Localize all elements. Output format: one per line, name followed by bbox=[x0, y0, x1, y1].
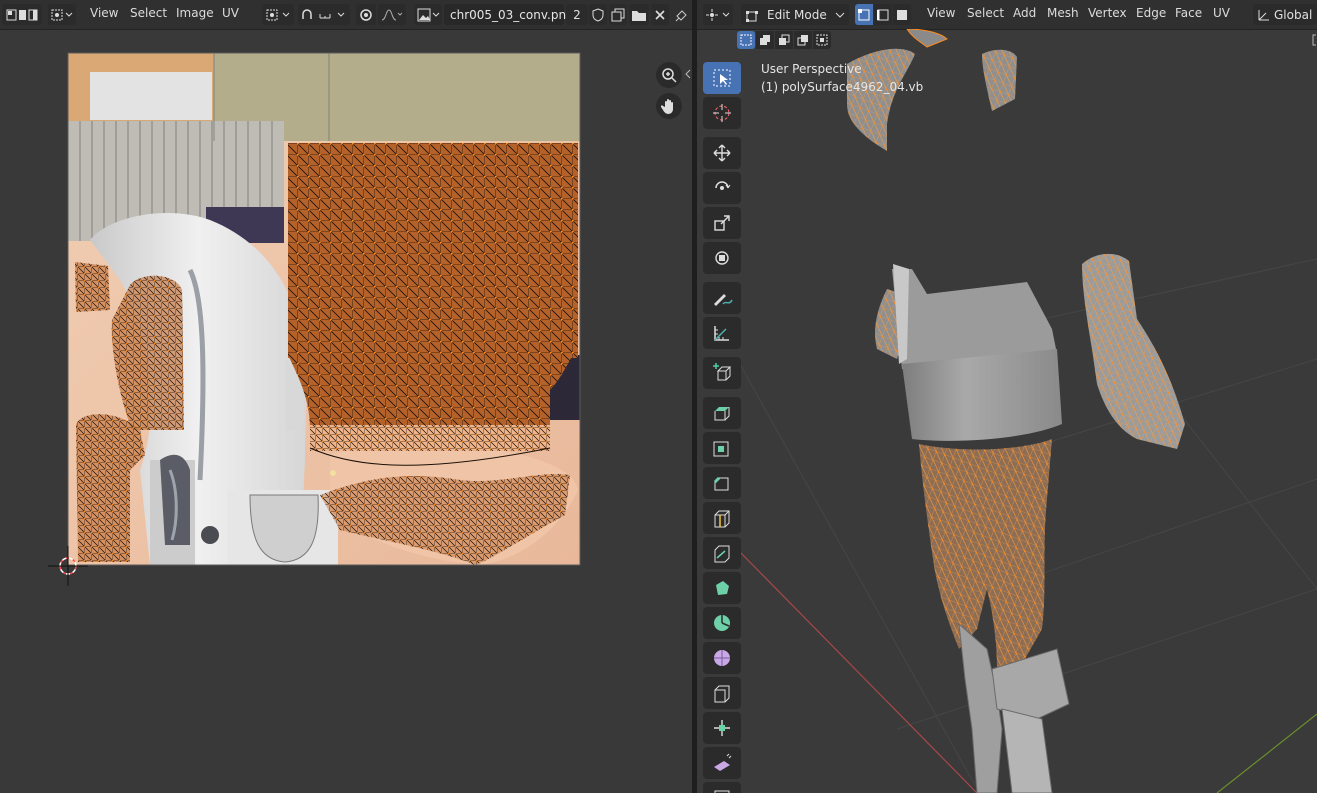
cursor-icon[interactable] bbox=[703, 97, 741, 129]
uv-canvas[interactable] bbox=[0, 0, 692, 793]
y-axis-line bbox=[1216, 713, 1317, 793]
smooth-icon[interactable] bbox=[703, 642, 741, 674]
transform-orientation-dropdown[interactable]: Global bbox=[1253, 4, 1317, 25]
transform-icon[interactable] bbox=[703, 242, 741, 274]
mode-dropdown[interactable]: Edit Mode bbox=[741, 4, 849, 25]
edit-mode-icon bbox=[746, 10, 758, 22]
zoom-view-icon[interactable] bbox=[656, 62, 682, 88]
shrink-fatten-icon[interactable] bbox=[703, 712, 741, 744]
vertex-select-mode-button[interactable] bbox=[855, 4, 873, 25]
rotate-icon[interactable] bbox=[703, 172, 741, 204]
viewport-canvas[interactable] bbox=[697, 29, 1317, 793]
inset-icon[interactable] bbox=[703, 432, 741, 464]
scale-icon[interactable] bbox=[703, 207, 741, 239]
annotate-icon[interactable] bbox=[703, 282, 741, 314]
measure-icon[interactable] bbox=[703, 317, 741, 349]
pan-view-hand-icon[interactable] bbox=[656, 93, 682, 119]
select-box-icon[interactable] bbox=[703, 62, 741, 94]
viewport-header: Edit Mode View Select Add Mesh Vertex Ed… bbox=[697, 0, 1317, 30]
edge-slide-icon[interactable] bbox=[703, 677, 741, 709]
loop-cut-icon[interactable] bbox=[703, 502, 741, 534]
menu-uv[interactable]: UV bbox=[1213, 6, 1230, 20]
poly-build-icon[interactable] bbox=[703, 572, 741, 604]
active-object-label: (1) polySurface4962_04.vb bbox=[761, 80, 924, 94]
orientation-axes-icon bbox=[1258, 9, 1269, 20]
3d-viewport[interactable]: Edit Mode View Select Add Mesh Vertex Ed… bbox=[697, 0, 1317, 793]
orientation-label: Global bbox=[1274, 7, 1313, 22]
menu-add[interactable]: Add bbox=[1013, 6, 1036, 20]
edge-select-mode-button[interactable] bbox=[874, 4, 892, 25]
menu-mesh[interactable]: Mesh bbox=[1047, 6, 1079, 20]
menu-vertex[interactable]: Vertex bbox=[1088, 6, 1127, 20]
view-perspective-label: User Perspective bbox=[761, 62, 862, 76]
knife-icon[interactable] bbox=[703, 537, 741, 569]
menu-edge[interactable]: Edge bbox=[1136, 6, 1166, 20]
editor-type-3d-button[interactable] bbox=[703, 4, 733, 25]
uv-editor[interactable]: View Select Image UV chr005_03_conv.png … bbox=[0, 0, 692, 793]
shear-icon[interactable] bbox=[703, 747, 741, 779]
menu-select[interactable]: Select bbox=[967, 6, 1004, 20]
face-select-mode-button[interactable] bbox=[893, 4, 911, 25]
extrude-icon[interactable] bbox=[703, 397, 741, 429]
rip-icon[interactable] bbox=[703, 782, 741, 793]
menu-view[interactable]: View bbox=[927, 6, 955, 20]
sidebar-toggle-chevron-icon[interactable] bbox=[685, 68, 691, 83]
add-cube-icon[interactable] bbox=[703, 357, 741, 389]
move-icon[interactable] bbox=[703, 137, 741, 169]
spin-icon[interactable] bbox=[703, 607, 741, 639]
bevel-icon[interactable] bbox=[703, 467, 741, 499]
menu-face[interactable]: Face bbox=[1175, 6, 1202, 20]
mode-label: Edit Mode bbox=[767, 7, 827, 22]
